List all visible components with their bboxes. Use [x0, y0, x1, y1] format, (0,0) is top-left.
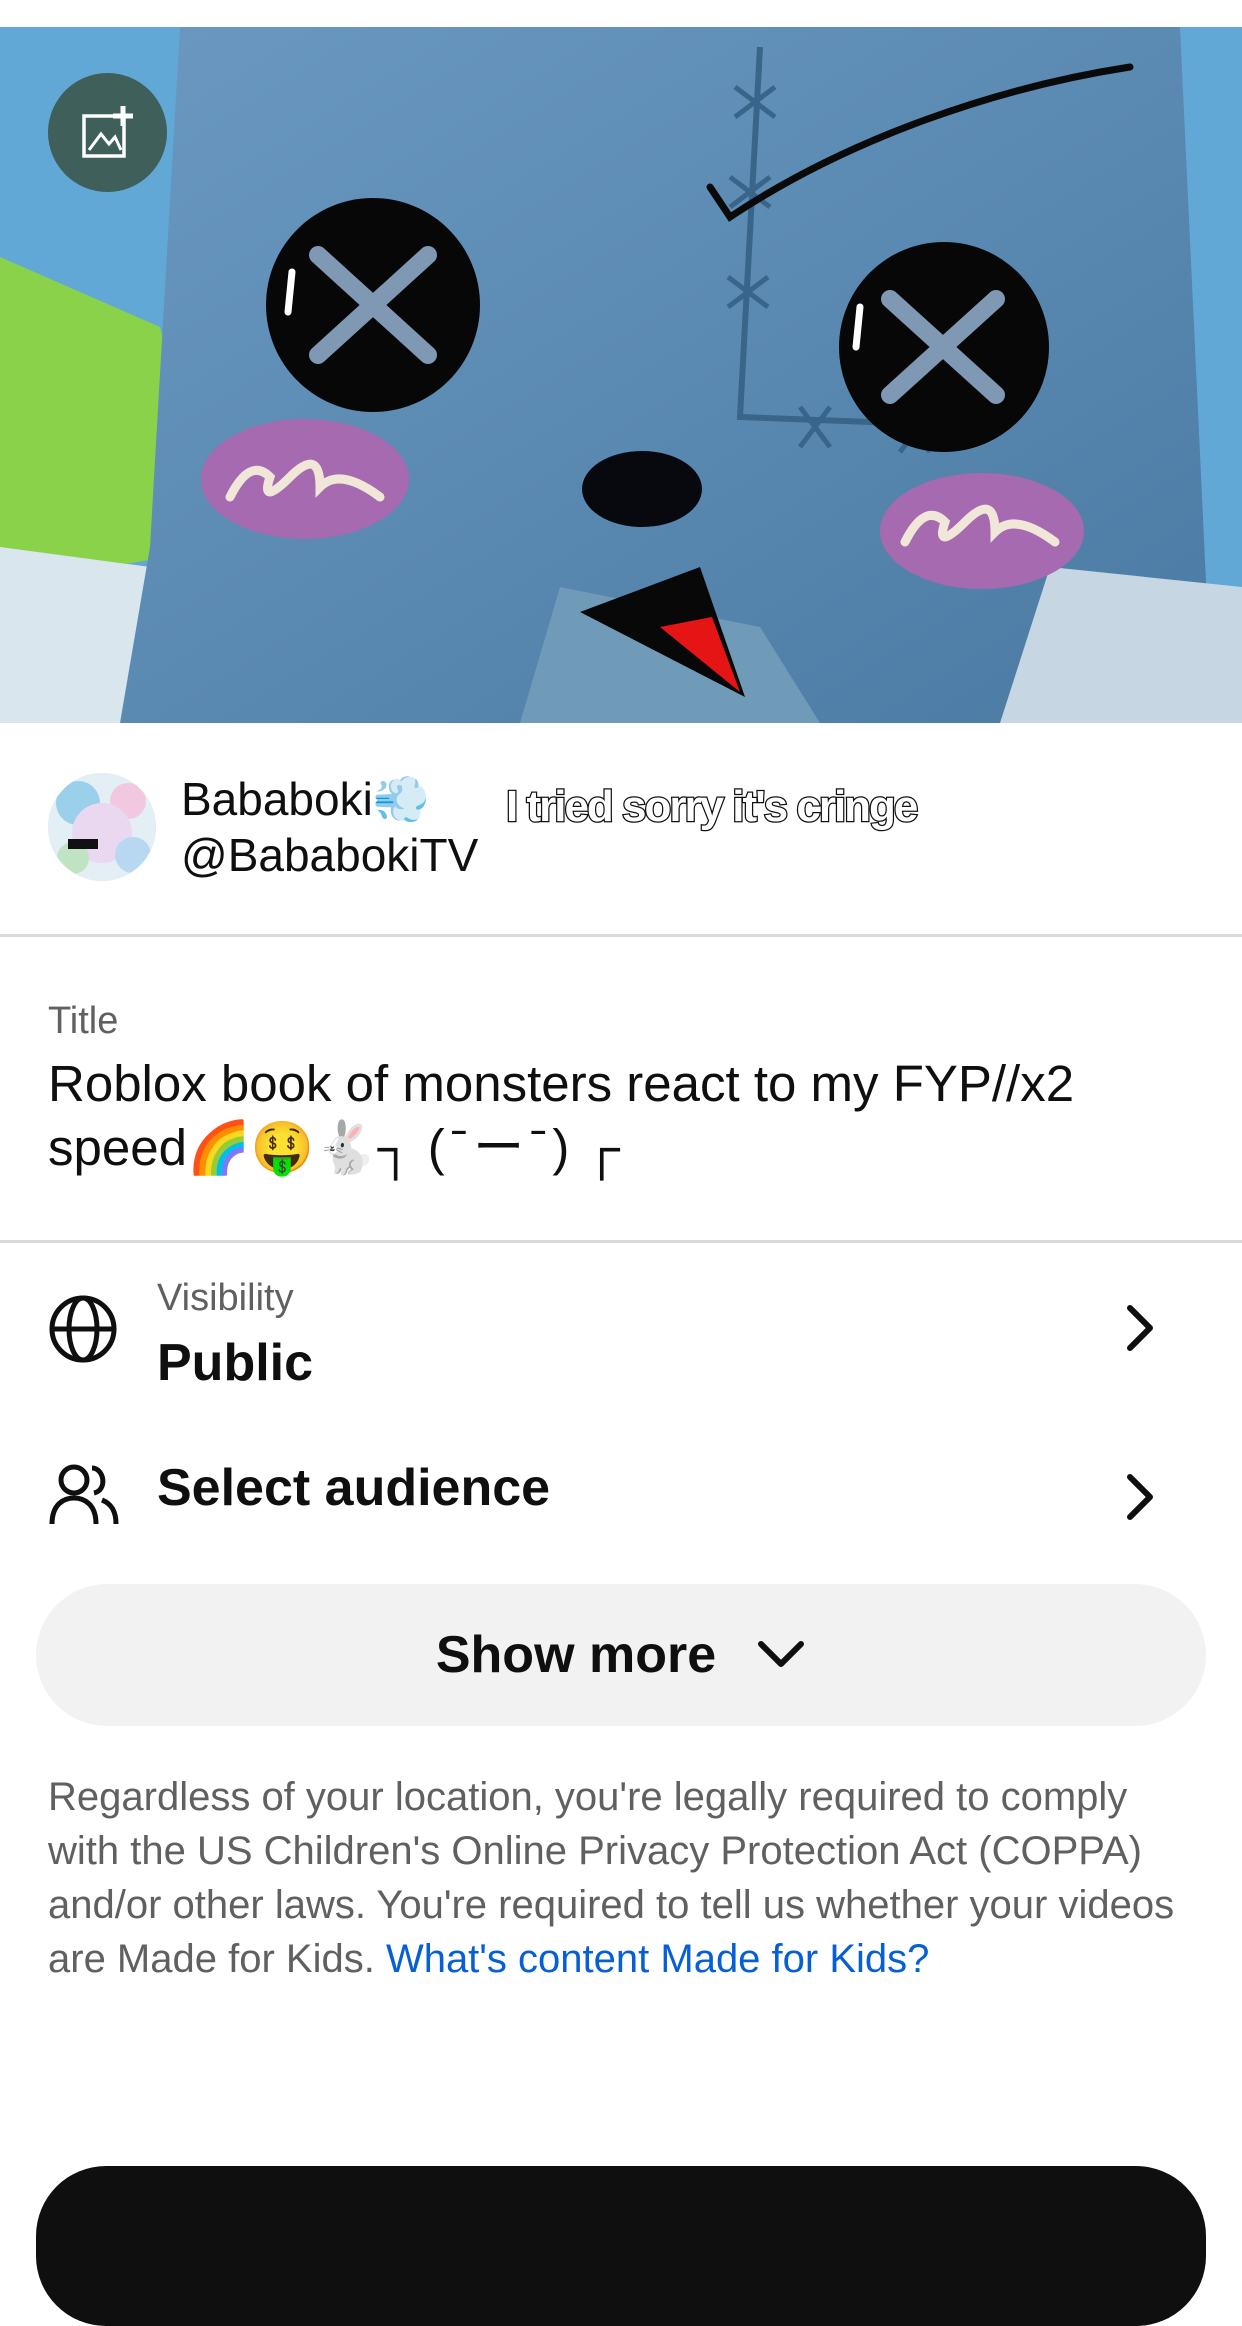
- avatar-image: [48, 773, 156, 881]
- title-field[interactable]: Title Roblox book of monsters react to m…: [0, 934, 1242, 1243]
- people-icon: [48, 1462, 120, 1533]
- visibility-row[interactable]: Visibility Public: [0, 1243, 1242, 1405]
- video-thumbnail[interactable]: [0, 27, 1242, 723]
- channel-handle: @BababokiTV: [181, 829, 479, 881]
- chevron-down-icon: [756, 1636, 806, 1675]
- chevron-right-icon: [1120, 1303, 1160, 1358]
- visibility-label: Visibility: [157, 1277, 294, 1319]
- chevron-right-icon: [1120, 1472, 1160, 1527]
- title-input[interactable]: Roblox book of monsters react to my FYP/…: [48, 1052, 1188, 1180]
- made-for-kids-link[interactable]: What's content Made for Kids?: [386, 1937, 929, 1981]
- bottom-action-button[interactable]: [36, 2166, 1206, 2326]
- select-audience-label: Select audience: [157, 1459, 551, 1517]
- visibility-value: Public: [157, 1334, 314, 1392]
- add-image-icon: [81, 105, 133, 158]
- globe-icon: [48, 1294, 118, 1369]
- show-more-label: Show more: [435, 1626, 717, 1684]
- show-more-button[interactable]: Show more: [36, 1584, 1206, 1726]
- edit-thumbnail-button[interactable]: [48, 73, 167, 192]
- channel-name: Bababoki💨: [181, 773, 431, 825]
- coppa-notice: Regardless of your location, you're lega…: [48, 1770, 1198, 1986]
- audience-row[interactable]: Select audience: [0, 1430, 1242, 1560]
- channel-row: Bababoki💨 @BababokiTV I tried sorry it's…: [0, 723, 1242, 937]
- channel-avatar: [48, 773, 156, 881]
- title-label: Title: [48, 1000, 119, 1042]
- thumbnail-image: [0, 27, 1242, 723]
- caption-sticker: I tried sorry it's cringe: [505, 781, 920, 833]
